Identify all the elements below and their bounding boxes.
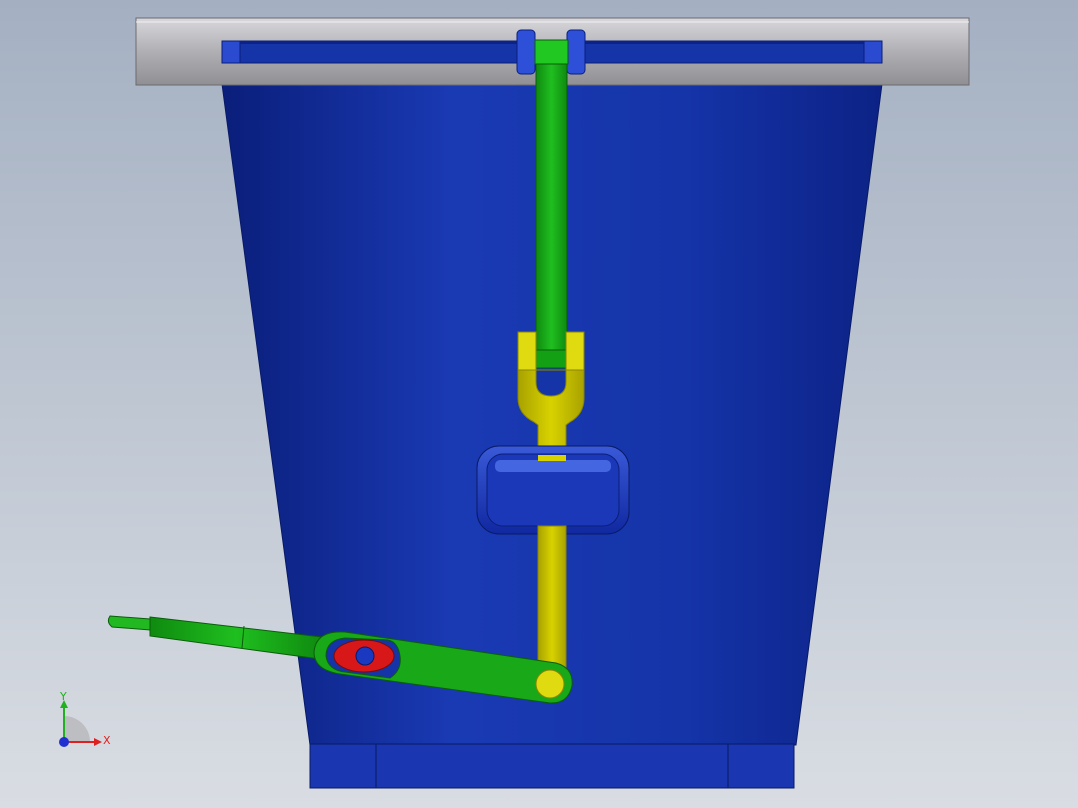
z-axis-dot	[59, 737, 69, 747]
yellow-rod-lower	[537, 525, 567, 677]
yellow-rod-through-block	[538, 455, 566, 461]
vertical-green-link[interactable]	[534, 39, 569, 369]
hopper-base[interactable]	[309, 743, 795, 789]
triad-x-label: X	[103, 734, 111, 747]
cad-viewport[interactable]: Y X	[0, 0, 1078, 808]
sliding-pin[interactable]	[333, 639, 395, 673]
cad-model-view[interactable]: Y X	[0, 0, 1078, 808]
arm-pivot-pin[interactable]	[535, 669, 565, 699]
triad-y-label: Y	[59, 690, 67, 703]
